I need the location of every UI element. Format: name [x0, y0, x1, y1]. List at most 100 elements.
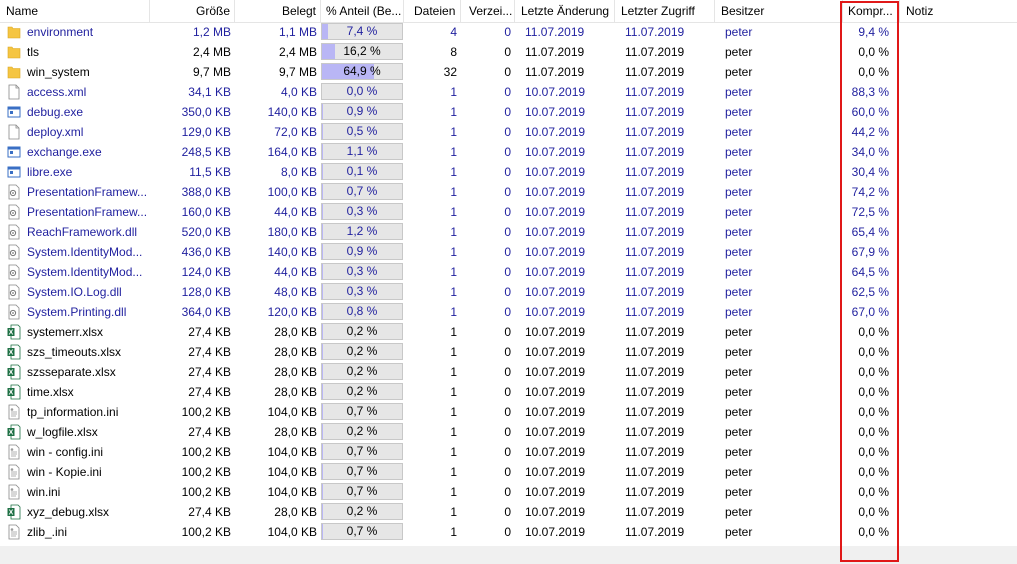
header-note[interactable]: Notiz — [900, 0, 1017, 22]
cell-name[interactable]: PresentationFramew... — [0, 182, 150, 202]
table-row[interactable]: Xxyz_debug.xlsx 27,4 KB 28,0 KB 0,2 % 1 0 10.0… — [0, 502, 1017, 522]
table-row[interactable]: System.Printing.dll 364,0 KB 120,0 KB 0,8 %… — [0, 302, 1017, 322]
table-row[interactable]: exchange.exe 248,5 KB 164,0 KB 1,1 % 1 0 10.07… — [0, 142, 1017, 162]
cell-compression: 0,0 % — [858, 425, 889, 439]
cell-name[interactable]: win_system — [0, 62, 150, 82]
cell-name[interactable]: win - Kopie.ini — [0, 462, 150, 482]
cell-name[interactable]: libre.exe — [0, 162, 150, 182]
cell-owner: peter — [725, 185, 753, 199]
cell-name[interactable]: win - config.ini — [0, 442, 150, 462]
header-size[interactable]: Größe — [150, 0, 235, 22]
cell-size: 9,7 MB — [192, 65, 231, 79]
cell-compression: 0,0 % — [858, 505, 889, 519]
cell-files: 1 — [450, 165, 457, 179]
cell-name[interactable]: time.xlsx — [0, 382, 150, 402]
cell-modified: 10.07.2019 — [525, 505, 586, 519]
cell-note — [900, 262, 1017, 282]
table-row[interactable]: Xw_logfile.xlsx 27,4 KB 28,0 KB 0,2 % 1 0 10.0… — [0, 422, 1017, 442]
table-row[interactable]: win_system 9,7 MB 9,7 MB 64,9 % 32 0 11.07.201… — [0, 62, 1017, 82]
cell-name[interactable]: ReachFramework.dll — [0, 222, 150, 242]
table-row[interactable]: PresentationFramew... 388,0 KB 100,0 KB 0,7… — [0, 182, 1017, 202]
cell-name[interactable]: exchange.exe — [0, 142, 150, 162]
cell-name[interactable]: deploy.xml — [0, 122, 150, 142]
cell-name[interactable]: System.IO.Log.dll — [0, 282, 150, 302]
table-row[interactable]: deploy.xml 129,0 KB 72,0 KB 0,5 % 1 0 10.07.20… — [0, 122, 1017, 142]
cell-folders: 0 — [504, 345, 511, 359]
cell-name[interactable]: environment — [0, 22, 150, 42]
cell-folders: 0 — [504, 305, 511, 319]
cell-compression: 74,2 % — [851, 185, 889, 199]
table-row[interactable]: debug.exe 350,0 KB 140,0 KB 0,9 % 1 0 10.07.20… — [0, 102, 1017, 122]
header-allocated[interactable]: Belegt — [235, 0, 321, 22]
header-folders[interactable]: Verzei... — [461, 0, 515, 22]
cell-name[interactable]: System.IdentityMod... — [0, 262, 150, 282]
header-percent[interactable]: % Anteil (Be... — [321, 0, 404, 22]
cell-name[interactable]: tp_information.ini — [0, 402, 150, 422]
header-accessed[interactable]: Letzter Zugriff — [615, 0, 715, 22]
cell-owner: peter — [725, 425, 753, 439]
cell-accessed: 11.07.2019 — [625, 65, 685, 79]
cell-percent: 0,2 % — [346, 384, 378, 398]
cell-modified: 10.07.2019 — [525, 365, 586, 379]
cell-name[interactable]: PresentationFramew... — [0, 202, 150, 222]
cell-folders: 0 — [504, 445, 511, 459]
percent-bar: 0,9 % — [321, 103, 403, 120]
cell-size: 100,2 KB — [181, 525, 231, 539]
header-owner[interactable]: Besitzer — [715, 0, 843, 22]
cell-name[interactable]: szsseparate.xlsx — [0, 362, 150, 382]
header-files[interactable]: Dateien — [404, 0, 461, 22]
cell-accessed: 11.07.2019 — [625, 225, 685, 239]
table-row[interactable]: PresentationFramew... 160,0 KB 44,0 KB 0,3 … — [0, 202, 1017, 222]
cell-name[interactable]: szs_timeouts.xlsx — [0, 342, 150, 362]
table-row[interactable]: Xtime.xlsx 27,4 KB 28,0 KB 0,2 % 1 0 10.07.201… — [0, 382, 1017, 402]
table-row[interactable]: Xszs_timeouts.xlsx 27,4 KB 28,0 KB 0,2 % 1 0 1… — [0, 342, 1017, 362]
cell-allocated: 44,0 KB — [274, 265, 317, 279]
cell-size: 27,4 KB — [188, 365, 231, 379]
file-list: environment 1,2 MB 1,1 MB 7,4 % 4 0 11.07.2019… — [0, 22, 1017, 542]
table-row[interactable]: environment 1,2 MB 1,1 MB 7,4 % 4 0 11.07.2019… — [0, 22, 1017, 42]
cell-name[interactable]: debug.exe — [0, 102, 150, 122]
cell-modified: 10.07.2019 — [525, 225, 586, 239]
cell-name[interactable]: tls — [0, 42, 150, 62]
cell-name[interactable]: systemerr.xlsx — [0, 322, 150, 342]
table-row[interactable]: win - Kopie.ini 100,2 KB 104,0 KB 0,7 % 1 0 10… — [0, 462, 1017, 482]
cell-allocated: 104,0 KB — [267, 445, 317, 459]
cell-note — [900, 122, 1017, 142]
table-row[interactable]: zlib_.ini 100,2 KB 104,0 KB 0,7 % 1 0 10.07.20… — [0, 522, 1017, 542]
cell-name[interactable]: access.xml — [0, 82, 150, 102]
cell-allocated: 28,0 KB — [274, 345, 317, 359]
table-row[interactable]: tp_information.ini 100,2 KB 104,0 KB 0,7 % 1… — [0, 402, 1017, 422]
table-row[interactable]: ReachFramework.dll 520,0 KB 180,0 KB 1,2 % 1… — [0, 222, 1017, 242]
table-row[interactable]: win - config.ini 100,2 KB 104,0 KB 0,7 % 1 0 1… — [0, 442, 1017, 462]
table-row[interactable]: win.ini 100,2 KB 104,0 KB 0,7 % 1 0 10.07.2019… — [0, 482, 1017, 502]
cell-accessed: 11.07.2019 — [625, 525, 685, 539]
table-row[interactable]: Xszsseparate.xlsx 27,4 KB 28,0 KB 0,2 % 1 0 10… — [0, 362, 1017, 382]
table-row[interactable]: tls 2,4 MB 2,4 MB 16,2 % 8 0 11.07.2019 11.07.2… — [0, 42, 1017, 62]
table-row[interactable]: System.IO.Log.dll 128,0 KB 48,0 KB 0,3 % 1 0 1… — [0, 282, 1017, 302]
cell-name[interactable]: xyz_debug.xlsx — [0, 502, 150, 522]
cell-name[interactable]: System.IdentityMod... — [0, 242, 150, 262]
percent-bar: 0,2 % — [321, 343, 403, 360]
table-row[interactable]: Xsystemerr.xlsx 27,4 KB 28,0 KB 0,2 % 1 0 10.0… — [0, 322, 1017, 342]
table-row[interactable]: System.IdentityMod... 436,0 KB 140,0 KB 0,9… — [0, 242, 1017, 262]
header-compression[interactable]: Kompr... — [843, 0, 900, 22]
table-row[interactable]: System.IdentityMod... 124,0 KB 44,0 KB 0,3 … — [0, 262, 1017, 282]
cell-name[interactable]: win.ini — [0, 482, 150, 502]
cell-owner: peter — [725, 65, 753, 79]
header-modified[interactable]: Letzte Änderung — [515, 0, 615, 22]
cell-compression: 62,5 % — [851, 285, 889, 299]
table-row[interactable]: libre.exe 11,5 KB 8,0 KB 0,1 % 1 0 10.07.2019 1… — [0, 162, 1017, 182]
cell-name[interactable]: zlib_.ini — [0, 522, 150, 542]
cell-size: 34,1 KB — [188, 85, 231, 99]
cell-name[interactable]: System.Printing.dll — [0, 302, 150, 322]
cell-size: 388,0 KB — [181, 185, 231, 199]
cell-note — [900, 162, 1017, 182]
table-row[interactable]: access.xml 34,1 KB 4,0 KB 0,0 % 1 0 10.07.2019… — [0, 82, 1017, 102]
cell-owner: peter — [725, 325, 753, 339]
cell-name[interactable]: w_logfile.xlsx — [0, 422, 150, 442]
cell-size: 100,2 KB — [181, 405, 231, 419]
cell-percent: 0,7 % — [346, 444, 378, 458]
cell-owner: peter — [725, 225, 753, 239]
header-name[interactable]: Name — [0, 0, 150, 22]
cell-folders: 0 — [504, 65, 511, 79]
